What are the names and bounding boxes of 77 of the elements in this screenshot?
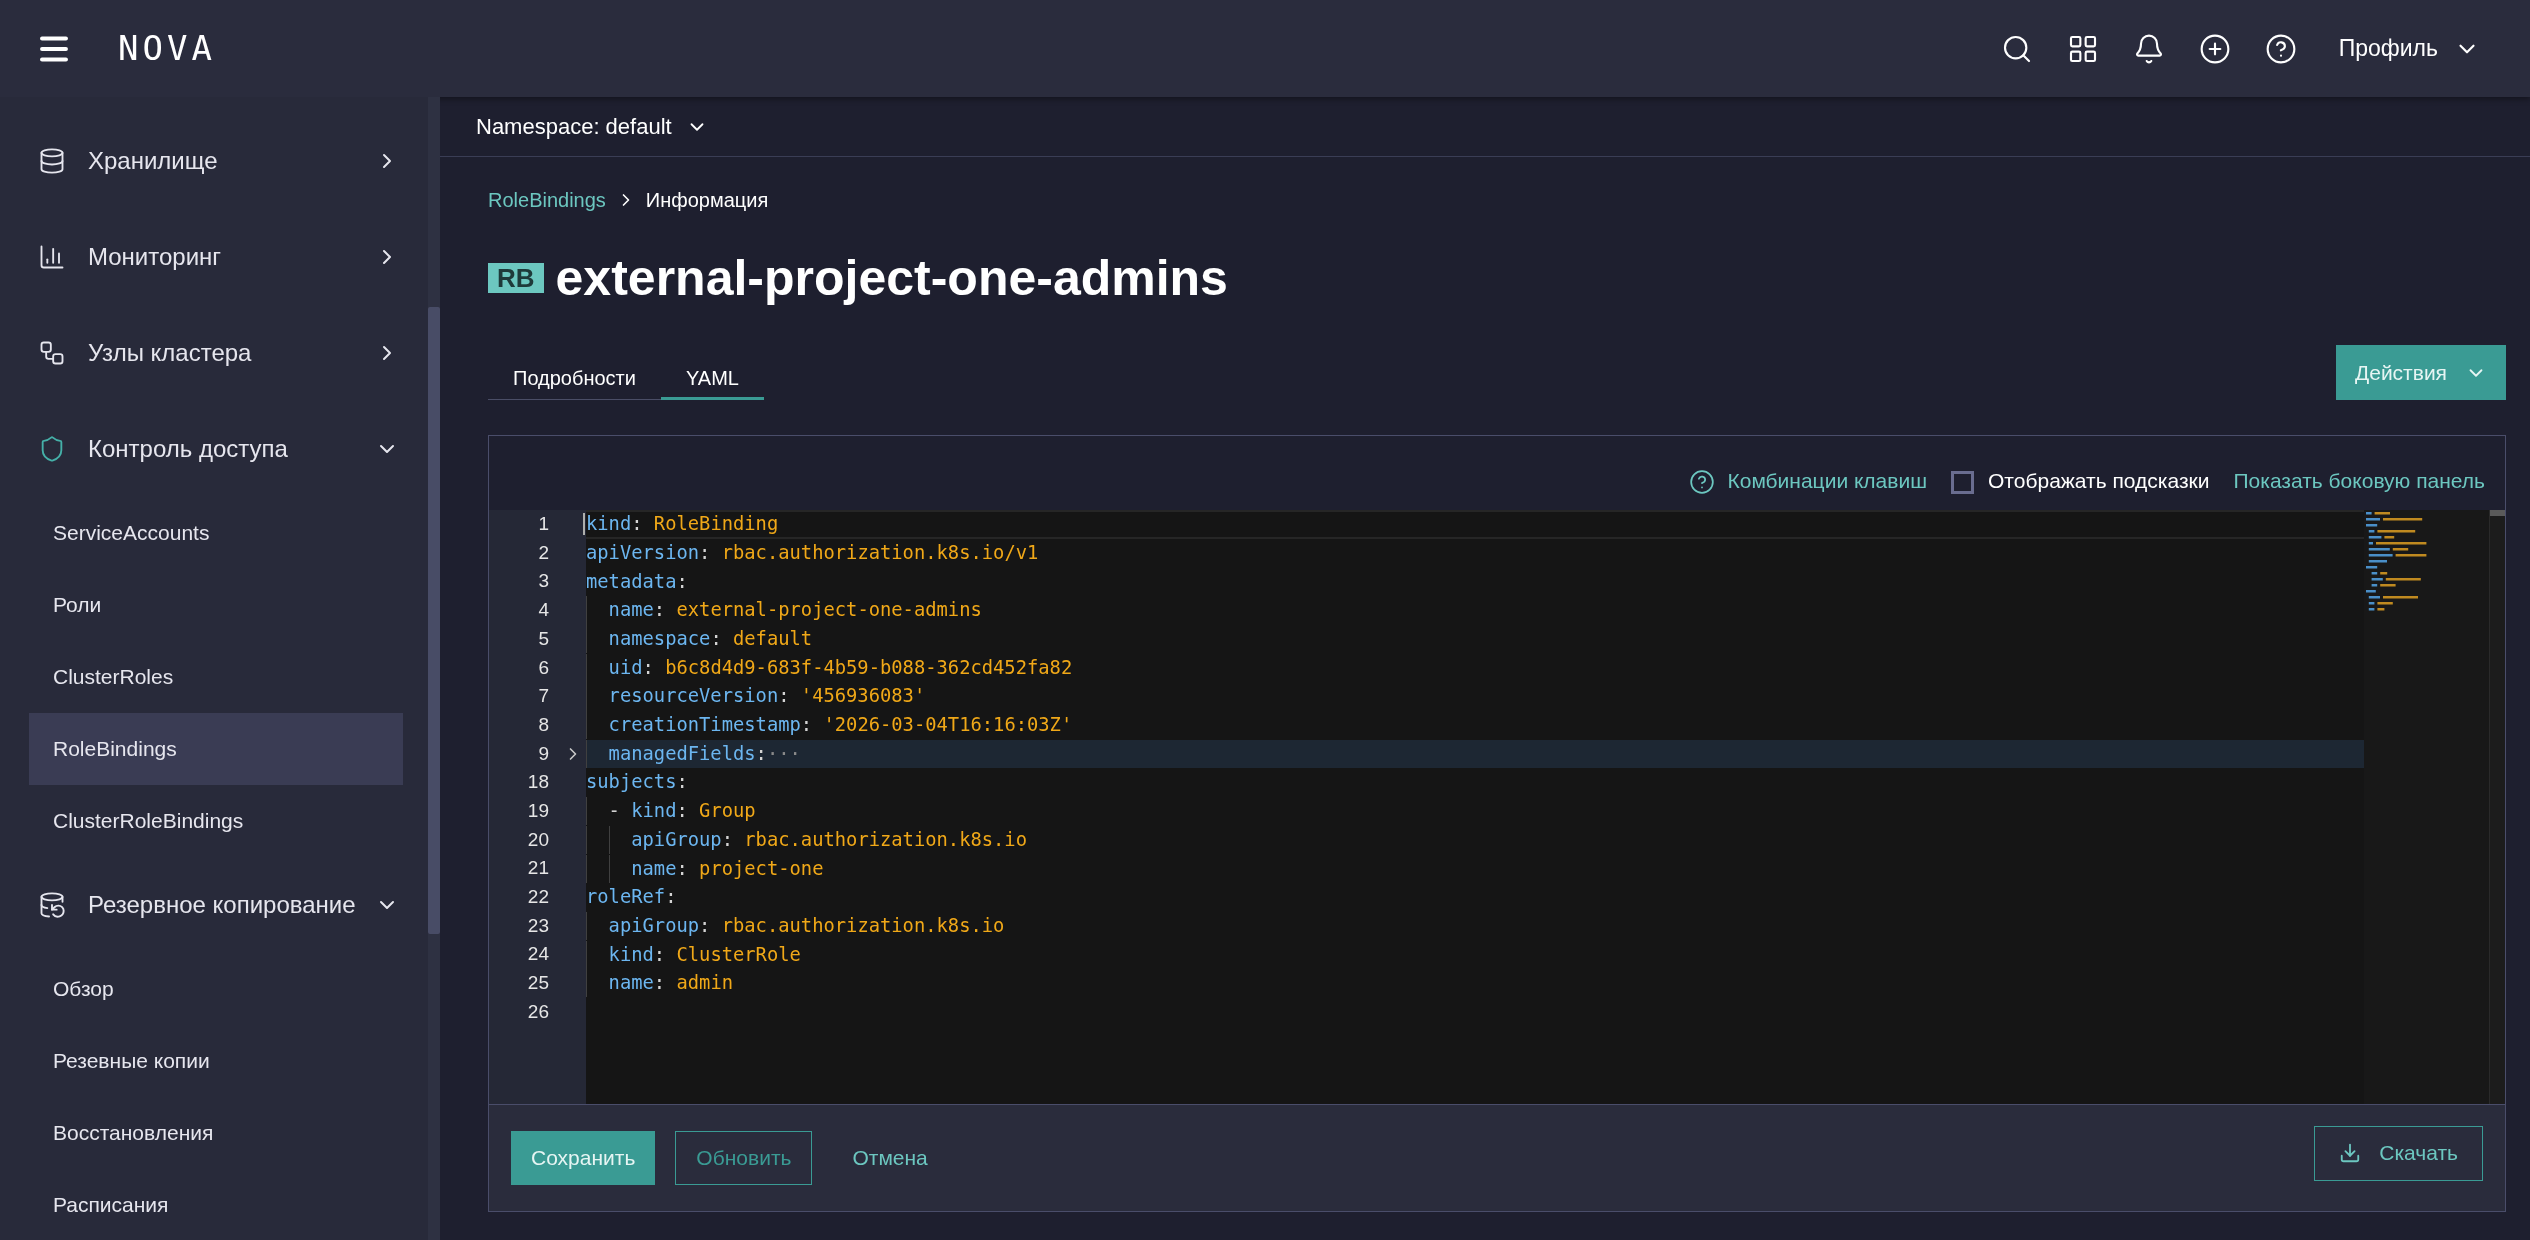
code-line: creationTimestamp: '2026-03-04T16:16:03Z' <box>586 711 1073 740</box>
line-number: 18 <box>526 770 549 795</box>
sidebar-item[interactable]: Роли <box>29 569 403 641</box>
sidebar-group-label: Контроль доступа <box>88 434 289 464</box>
code-line: apiGroup: rbac.authorization.k8s.io <box>586 825 1027 854</box>
sidebar-item[interactable]: Обзор <box>29 953 403 1025</box>
line-number: 8 <box>537 712 549 737</box>
namespace-selector[interactable]: Namespace: default <box>476 110 708 143</box>
breadcrumb-link[interactable]: RoleBindings <box>488 185 606 215</box>
line-number: 5 <box>537 626 549 651</box>
sidebar-item[interactable]: Восстановления <box>29 1097 403 1169</box>
tab[interactable]: YAML <box>660 358 764 400</box>
sidebar-item[interactable]: ServiceAccounts <box>29 497 403 569</box>
line-number: 21 <box>526 856 549 881</box>
scrollbar-thumb[interactable] <box>428 307 440 934</box>
editor-scrollbar-thumb[interactable] <box>2490 510 2505 516</box>
sidebar-group-label: Мониторинг <box>88 242 223 272</box>
download-button[interactable]: Скачать <box>2314 1125 2483 1181</box>
line-number: 23 <box>526 913 549 938</box>
line-number: 24 <box>526 942 549 967</box>
show-sidebar-link[interactable]: Показать боковую панель <box>2233 464 2485 496</box>
tab[interactable]: Подробности <box>488 358 661 400</box>
sidebar-group[interactable]: Контроль доступа <box>29 401 403 497</box>
line-number: 26 <box>526 999 549 1024</box>
page-title: external-project-one-admins <box>555 248 1228 308</box>
line-number: 1 <box>537 512 549 537</box>
code-line: name: project-one <box>586 854 824 883</box>
line-number: 22 <box>526 885 549 910</box>
line-number: 2 <box>537 540 549 565</box>
line-number: 4 <box>537 598 549 623</box>
sidebar-group[interactable]: Узлы кластера <box>29 305 403 401</box>
code-line: uid: b6c8d4d9-683f-4b59-b088-362cd452fa82 <box>586 653 1073 682</box>
sidebar-item[interactable]: RoleBindings <box>29 713 403 785</box>
hints-checkbox[interactable] <box>1951 471 1975 494</box>
kind-badge: RB <box>488 263 544 293</box>
refresh-button[interactable]: Обновить <box>675 1131 813 1185</box>
add-icon[interactable] <box>2198 32 2231 65</box>
sidebar-group-label: Резервное копирование <box>88 890 357 920</box>
sidebar-item[interactable]: Расписания <box>29 1169 403 1240</box>
sidebar-item[interactable]: Резевные копии <box>29 1025 403 1097</box>
line-number: 7 <box>537 684 549 709</box>
sidebar-item[interactable]: ClusterRoleBindings <box>29 785 403 857</box>
sidebar-group-label: Хранилище <box>88 146 219 176</box>
text-cursor <box>583 513 585 536</box>
code-line: kind: ClusterRole <box>586 940 801 969</box>
line-number: 20 <box>526 827 549 852</box>
cancel-button[interactable]: Отмена <box>832 1131 948 1185</box>
code-line: - kind: Group <box>586 797 756 826</box>
line-number: 25 <box>526 971 549 996</box>
sidebar-group[interactable]: Резервное копирование <box>29 857 403 953</box>
hints-label: Отображать подсказки <box>1988 467 2210 494</box>
sidebar-group-label: Узлы кластера <box>88 338 253 368</box>
download-icon <box>2339 1142 2362 1164</box>
help-icon[interactable] <box>1689 469 1716 495</box>
code-line: resourceVersion: '456936083' <box>586 682 926 711</box>
code-line: apiGroup: rbac.authorization.k8s.io <box>586 911 1005 941</box>
code-line: kind: RoleBinding <box>586 512 779 537</box>
line-number: 19 <box>526 798 549 823</box>
profile-menu[interactable]: Профиль <box>2338 31 2480 66</box>
sidebar-group[interactable]: Мониторинг <box>29 209 403 305</box>
code-line: name: external-project-one-admins <box>586 596 982 625</box>
sidebar-group[interactable]: Хранилище <box>29 113 403 209</box>
code-line: metadata: <box>586 569 688 594</box>
code-line: managedFields:··· <box>586 739 801 768</box>
logo[interactable]: NOVA <box>118 23 216 74</box>
sidebar-item[interactable]: ClusterRoles <box>29 641 403 713</box>
code-line: name: admin <box>586 969 733 998</box>
code-line: namespace: default <box>586 625 813 654</box>
code-line: subjects: <box>586 770 688 795</box>
breadcrumb-current: Информация <box>645 188 769 213</box>
code-line: apiVersion: rbac.authorization.k8s.io/v1 <box>586 540 1039 565</box>
help-icon[interactable] <box>2264 32 2297 65</box>
code-line: roleRef: <box>586 885 677 910</box>
shortcuts-link[interactable]: Комбинации клавиш <box>1727 464 1928 496</box>
line-number: 9 <box>537 741 549 766</box>
line-number: 3 <box>537 569 549 594</box>
line-number: 6 <box>537 655 549 680</box>
